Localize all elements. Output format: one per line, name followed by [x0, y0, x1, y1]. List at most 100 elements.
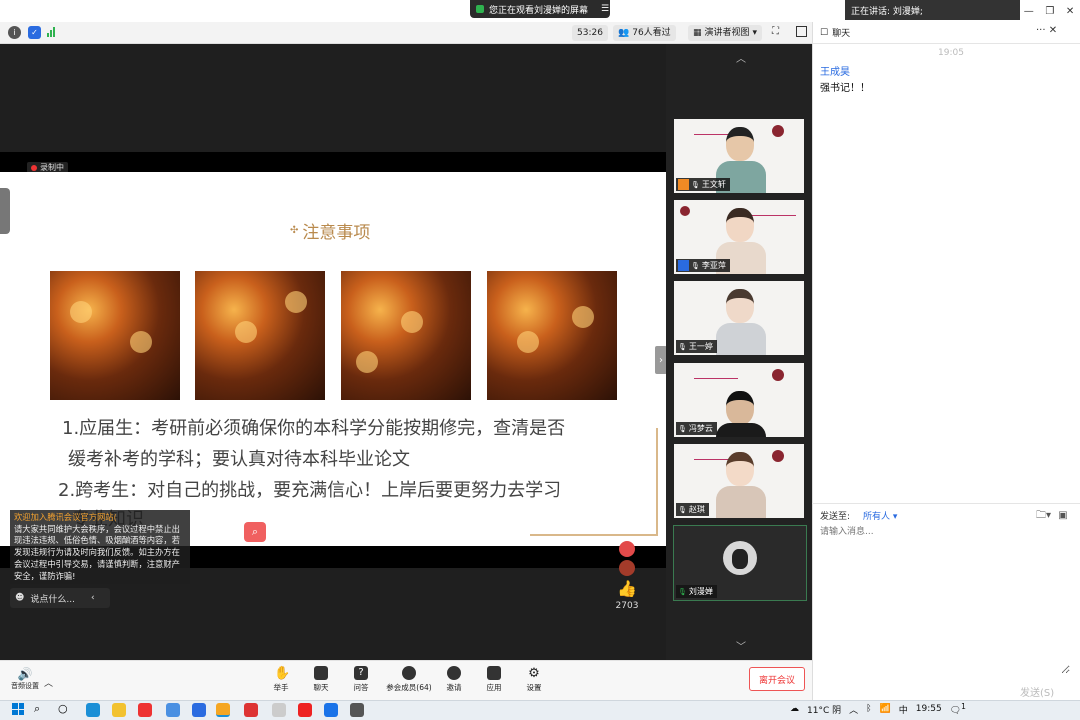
chat-button[interactable]: 聊天 — [301, 666, 341, 693]
slide-text-line: 缓考补考的学科；要认真对待本科毕业论文 — [68, 449, 410, 470]
fullscreen-icon[interactable]: ⛶ — [772, 26, 779, 37]
flower-icon[interactable] — [619, 541, 635, 557]
app-icon[interactable] — [166, 703, 180, 717]
chevron-left-icon[interactable]: ‹ — [91, 593, 95, 603]
notice-heading: 欢迎加入腾讯会议 — [14, 512, 81, 522]
audio-settings-button[interactable]: 🔊 音频设置 — [10, 667, 40, 691]
seal-icon — [772, 450, 784, 462]
mic-muted-icon: 🎙 — [678, 342, 687, 351]
chat-input[interactable] — [820, 524, 1070, 674]
bluetooth-icon[interactable]: ᛒ — [866, 704, 871, 714]
chevron-up-icon[interactable]: ︿ — [849, 703, 858, 716]
participant-video-tile[interactable]: 🎙 冯梦云 — [674, 363, 804, 437]
menu-icon[interactable]: ☰ — [601, 4, 609, 14]
app-icon[interactable] — [272, 703, 286, 717]
notice-heading-link[interactable]: 官方网站( — [80, 512, 116, 522]
file-icon[interactable]: 🗀▾ — [1036, 510, 1051, 521]
mic-muted-icon: 🎙 — [691, 261, 700, 270]
screen-share-banner[interactable]: 您正在观看刘漫婵的屏幕 ☰ — [470, 0, 610, 18]
participant-video-tile[interactable]: 🎙 李亚萍 — [674, 200, 804, 274]
view-mode-button[interactable]: ▦ 演讲者视图 ▾ — [688, 25, 763, 41]
shield-icon[interactable]: ✓ — [28, 26, 41, 39]
viewers-count: 76人看过 — [632, 28, 671, 38]
raise-hand-button[interactable]: ✋ 举手 — [261, 666, 301, 693]
slide-photo — [341, 271, 471, 400]
close-icon[interactable]: ✕ — [1049, 25, 1057, 36]
record-icon — [31, 164, 37, 171]
participant-video-tile[interactable]: 🎙 王文轩 — [674, 119, 804, 193]
participant-name-tag: 🎙 李亚萍 — [676, 259, 730, 272]
mic-active-icon: 🎙 — [678, 587, 687, 596]
app-icon[interactable] — [192, 703, 206, 717]
slide-text-line: 2.跨考生：对自己的挑战，要充满信心！上岸后要更努力去学习 — [58, 480, 562, 501]
mic-muted-icon: 🎙 — [691, 180, 700, 189]
share-status-icon — [476, 5, 484, 13]
participant-name-tag: 🎙 王文轩 — [676, 178, 730, 191]
settings-button[interactable]: ⚙ 设置 — [514, 666, 554, 693]
active-speaker-indicator: 正在讲话: 刘漫婵; — [845, 0, 1020, 20]
slide-photo — [195, 271, 325, 400]
clock[interactable]: 19:55 — [916, 704, 942, 714]
app-icon[interactable] — [298, 703, 312, 717]
edge-icon[interactable] — [86, 703, 100, 717]
wifi-icon[interactable]: 📶 — [880, 704, 891, 714]
participant-name: 王文轩 — [701, 180, 726, 189]
participant-name-tag: 🎙 冯梦云 — [676, 422, 717, 435]
send-button[interactable]: 发送(S) — [1020, 684, 1054, 699]
chevron-down-icon: ▾ — [892, 512, 898, 522]
participant-video — [716, 371, 766, 437]
seal-icon — [772, 369, 784, 381]
chat-sender[interactable]: 王成昊 — [820, 63, 850, 78]
restore-button[interactable]: ❐ — [1045, 6, 1054, 17]
leave-meeting-button[interactable]: 离开会议 — [749, 667, 805, 691]
wps-icon[interactable] — [244, 703, 258, 717]
search-icon[interactable]: ⌕ — [34, 702, 40, 716]
participant-video-tile[interactable]: 🎙 王一婷 — [674, 281, 804, 355]
participants-label: 参会成员(64) — [386, 683, 432, 692]
qa-button[interactable]: ? 问答 — [341, 666, 381, 693]
slide-text-line: 1.应届生：考研前必须确保你的本科学分能按期修完，查清是否 — [62, 418, 566, 439]
more-icon[interactable]: ··· — [1036, 25, 1046, 36]
meeting-window: 您正在观看刘漫婵的屏幕 ☰ 正在讲话: 刘漫婵; — ❐ ✕ i ✓ 53:26… — [0, 0, 1080, 720]
folder-icon[interactable] — [112, 703, 126, 717]
chevron-up-icon[interactable]: ︿ — [736, 50, 746, 65]
participant-name-tag: 🎙 刘漫婵 — [676, 585, 717, 598]
emoji-icon[interactable]: ☻ — [15, 593, 24, 603]
decoration-icon: ✣ — [290, 225, 299, 236]
close-window-button[interactable]: ✕ — [1066, 6, 1074, 17]
signal-icon[interactable] — [47, 27, 55, 37]
image-icon[interactable]: ▣ — [1058, 510, 1067, 521]
reaction-icon[interactable] — [619, 560, 635, 576]
chevron-down-icon[interactable]: ﹀ — [736, 638, 746, 653]
participant-video-tile[interactable]: 🎙 赵琪 — [674, 444, 804, 518]
participants-button[interactable]: 参会成员(64) — [381, 666, 437, 693]
app-icon[interactable] — [324, 703, 338, 717]
apps-button[interactable]: 应用 — [474, 666, 514, 693]
invite-button[interactable]: 邀请 — [434, 666, 474, 693]
participant-video — [716, 289, 766, 355]
people-icon: 👥 — [618, 28, 630, 38]
weather-text[interactable]: 11°C 阴 — [807, 703, 841, 716]
send-target-dropdown[interactable]: 所有人 ▾ — [863, 509, 897, 522]
search-icon[interactable]: ⌕ — [244, 522, 266, 542]
meeting-timer: 53:26 — [572, 25, 608, 41]
notice-body: 请大家共同维护大会秩序，会议过程中禁止出现违法违规、低俗色情、吸烟酗酒等内容，若… — [14, 523, 180, 581]
notification-icon[interactable]: 🗨1 — [950, 702, 966, 716]
tencent-meeting-icon[interactable] — [216, 703, 230, 717]
ime-indicator[interactable]: 中 — [899, 703, 908, 716]
viewers-button[interactable]: 👥 76人看过 — [613, 25, 676, 41]
reaction-panel: 👍 2703 — [612, 538, 642, 611]
task-view-icon[interactable]: ○ — [58, 702, 68, 715]
left-panel-handle[interactable] — [0, 188, 10, 234]
chevron-up-icon[interactable]: ︿ — [44, 676, 53, 689]
windows-start-icon[interactable] — [12, 703, 24, 715]
info-icon[interactable]: i — [8, 26, 21, 39]
app-icon[interactable] — [350, 703, 364, 717]
minimize-button[interactable]: — — [1024, 6, 1034, 17]
slide-photo — [487, 271, 617, 400]
app-icon[interactable] — [138, 703, 152, 717]
thumbs-up-icon[interactable]: 👍 — [612, 579, 642, 598]
danmaku-input[interactable]: ☻ 说点什么... ‹ — [10, 588, 110, 608]
seal-icon — [772, 125, 784, 137]
sidebar-layout-icon[interactable] — [796, 26, 807, 37]
